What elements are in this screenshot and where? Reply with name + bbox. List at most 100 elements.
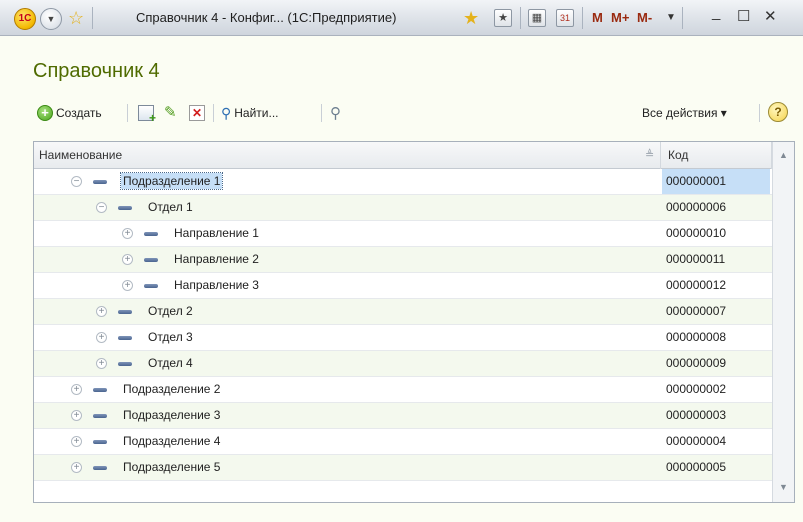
row-name-text: Подразделение 3: [123, 408, 221, 422]
column-header-name[interactable]: Наименование: [39, 142, 122, 168]
name-cell[interactable]: Подразделение 2: [121, 377, 222, 402]
code-cell[interactable]: 000000008: [662, 325, 770, 350]
all-actions-menu[interactable]: Все действия ▾: [642, 103, 727, 123]
favorite-star-icon[interactable]: ☆: [68, 9, 84, 27]
table-row[interactable]: + Подразделение 4 000000004: [34, 429, 772, 455]
titlebar-separator-3: [582, 7, 583, 29]
code-cell[interactable]: 000000006: [662, 195, 770, 220]
code-cell[interactable]: 000000001: [662, 169, 770, 194]
table-row[interactable]: + Отдел 2 000000007: [34, 299, 772, 325]
row-name-text: Направление 3: [174, 278, 259, 292]
row-name-text: Отдел 4: [148, 356, 193, 370]
name-cell[interactable]: Направление 2: [172, 247, 261, 272]
table-row[interactable]: + Отдел 4 000000009: [34, 351, 772, 377]
expand-icon[interactable]: +: [122, 228, 133, 239]
table-row[interactable]: + Подразделение 5 000000005: [34, 455, 772, 481]
code-cell[interactable]: 000000009: [662, 351, 770, 376]
table-row[interactable]: + Отдел 3 000000008: [34, 325, 772, 351]
titlebar-menu-chevron-icon[interactable]: ▼: [666, 12, 676, 23]
command-bar: + Создать ✎ ✕ ⚲ Найти... ⚲ Все действия …: [37, 100, 797, 126]
column-header-code[interactable]: Код: [668, 142, 688, 168]
edit-button[interactable]: ✎: [164, 103, 177, 123]
maximize-button[interactable]: ☐: [737, 7, 750, 25]
memory-button[interactable]: M: [592, 10, 603, 25]
titlebar-separator-2: [520, 7, 521, 29]
expand-icon[interactable]: +: [122, 280, 133, 291]
row-name-text: Направление 2: [174, 252, 259, 266]
expand-icon[interactable]: +: [96, 306, 107, 317]
search-icon: ⚲: [221, 104, 232, 121]
create-button-label: Создать: [56, 106, 102, 120]
calendar-icon[interactable]: 31: [556, 9, 574, 27]
name-cell[interactable]: Подразделение 1: [119, 169, 224, 194]
code-cell[interactable]: 000000005: [662, 455, 770, 480]
help-button[interactable]: ?: [768, 102, 788, 122]
copy-button[interactable]: [138, 103, 156, 125]
scroll-up-arrow-icon[interactable]: ▲: [773, 150, 794, 160]
group-folder-icon: [118, 336, 132, 340]
name-cell[interactable]: Подразделение 5: [121, 455, 222, 480]
add-favorite-icon[interactable]: ★: [463, 9, 479, 27]
copy-item-icon: [138, 105, 156, 125]
group-folder-icon: [118, 206, 132, 210]
main-menu-button[interactable]: ▼: [40, 8, 62, 30]
collapse-icon[interactable]: −: [71, 176, 82, 187]
code-cell[interactable]: 000000003: [662, 403, 770, 428]
calculator-icon[interactable]: ▦: [528, 9, 546, 27]
window-title: Справочник 4 - Конфиг... (1С:Предприятие…: [136, 10, 397, 25]
expand-icon[interactable]: +: [71, 436, 82, 447]
row-name-text: Отдел 2: [148, 304, 193, 318]
minimize-button[interactable]: _: [712, 4, 720, 21]
close-button[interactable]: ✕: [764, 7, 777, 25]
pencil-icon: ✎: [164, 104, 177, 121]
name-cell[interactable]: Подразделение 3: [121, 403, 222, 428]
name-cell[interactable]: Направление 1: [172, 221, 261, 246]
table-row[interactable]: − Подразделение 1 000000001: [34, 169, 772, 195]
table-row[interactable]: − Отдел 1 000000006: [34, 195, 772, 221]
name-cell[interactable]: Направление 3: [172, 273, 261, 298]
name-cell[interactable]: Отдел 4: [146, 351, 195, 376]
mark-delete-button[interactable]: ✕: [189, 103, 205, 123]
group-folder-icon: [93, 180, 107, 184]
create-button[interactable]: + Создать: [37, 103, 102, 123]
code-cell[interactable]: 000000012: [662, 273, 770, 298]
memory-plus-button[interactable]: M+: [611, 10, 629, 25]
expand-icon[interactable]: +: [71, 410, 82, 421]
scroll-down-arrow-icon[interactable]: ▼: [773, 482, 794, 492]
code-cell[interactable]: 000000007: [662, 299, 770, 324]
group-folder-icon: [93, 388, 107, 392]
catalog-table[interactable]: Наименование ≜ Код − Подразделение 1 00000…: [33, 141, 795, 503]
sort-icon[interactable]: ≜: [645, 142, 654, 168]
titlebar-separator: [92, 7, 93, 29]
code-cell[interactable]: 000000004: [662, 429, 770, 454]
expand-icon[interactable]: +: [71, 384, 82, 395]
name-cell[interactable]: Отдел 2: [146, 299, 195, 324]
expand-icon[interactable]: +: [96, 332, 107, 343]
name-cell[interactable]: Подразделение 4: [121, 429, 222, 454]
name-cell[interactable]: Отдел 1: [146, 195, 195, 220]
group-folder-icon: [93, 466, 107, 470]
memory-minus-button[interactable]: M-: [637, 10, 652, 25]
expand-icon[interactable]: +: [96, 358, 107, 369]
cancel-search-button[interactable]: ⚲: [330, 103, 341, 123]
favorites-list-icon[interactable]: ★: [494, 9, 512, 27]
vertical-scrollbar[interactable]: ▲ ▼: [772, 142, 794, 502]
expand-icon[interactable]: +: [122, 254, 133, 265]
code-cell[interactable]: 000000010: [662, 221, 770, 246]
table-row[interactable]: + Подразделение 3 000000003: [34, 403, 772, 429]
table-row[interactable]: + Направление 3 000000012: [34, 273, 772, 299]
name-cell[interactable]: Отдел 3: [146, 325, 195, 350]
find-button[interactable]: ⚲ Найти...: [221, 103, 279, 123]
table-row[interactable]: + Направление 2 000000011: [34, 247, 772, 273]
row-name-text: Подразделение 4: [123, 434, 221, 448]
group-folder-icon: [93, 414, 107, 418]
table-row[interactable]: + Подразделение 2 000000002: [34, 377, 772, 403]
expand-icon[interactable]: +: [71, 462, 82, 473]
table-row[interactable]: + Направление 1 000000010: [34, 221, 772, 247]
app-logo-icon[interactable]: 1С: [14, 8, 36, 30]
code-cell[interactable]: 000000011: [662, 247, 770, 272]
code-cell[interactable]: 000000002: [662, 377, 770, 402]
toolbar-separator-4: [759, 104, 760, 122]
collapse-icon[interactable]: −: [96, 202, 107, 213]
table-body: − Подразделение 1 000000001 − Отдел 1 0000000…: [34, 169, 772, 481]
